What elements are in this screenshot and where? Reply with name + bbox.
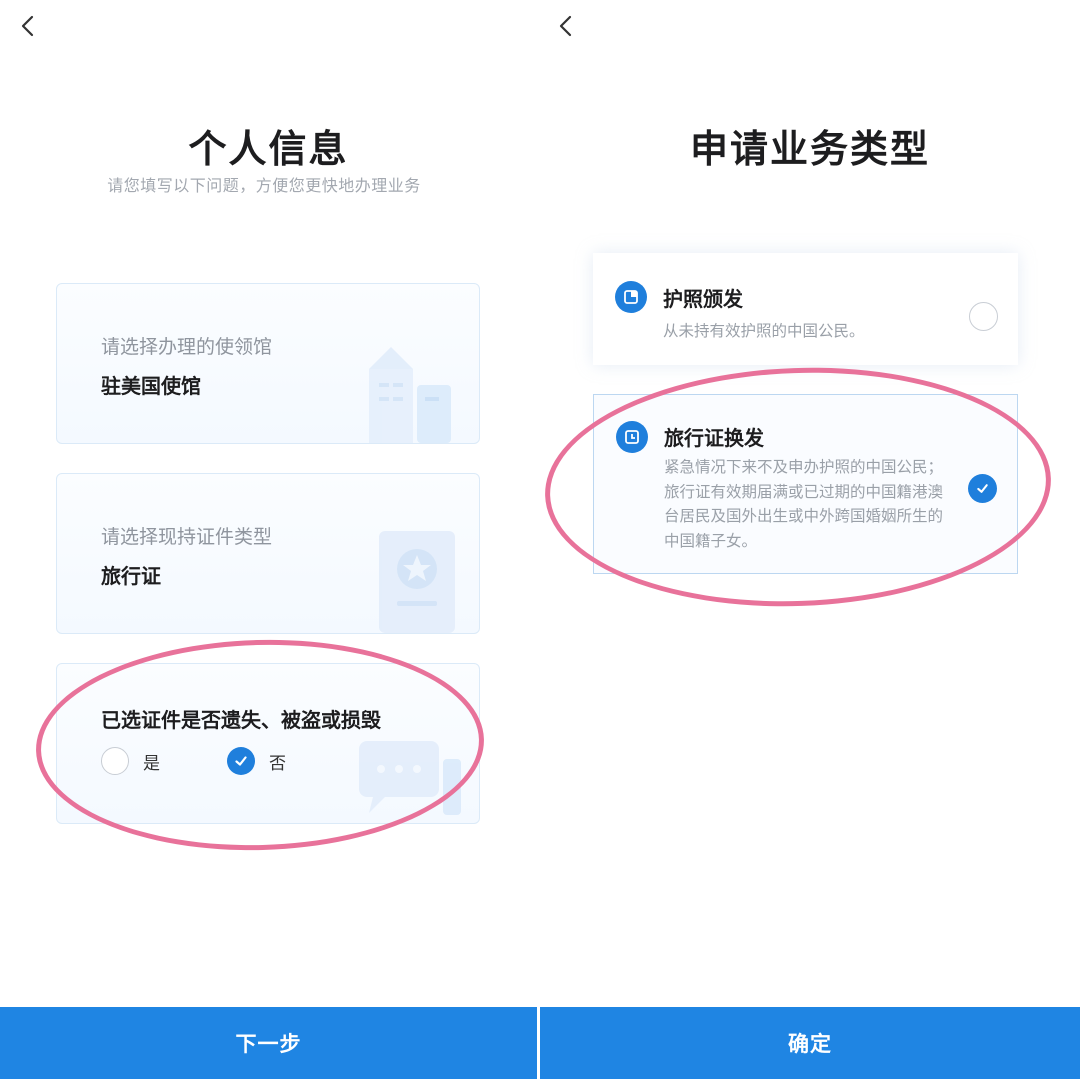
radio-option-no[interactable]: 否 bbox=[227, 746, 286, 776]
radio-no[interactable] bbox=[227, 747, 255, 775]
passport-icon bbox=[379, 531, 455, 633]
option-title: 旅行证换发 bbox=[664, 426, 764, 450]
chat-bubble-icon bbox=[359, 741, 461, 815]
back-button[interactable] bbox=[8, 6, 48, 46]
confirm-button[interactable]: 确定 bbox=[540, 1007, 1080, 1079]
personal-info-screen: 个人信息 请您填写以下问题，方便您更快地办理业务 请选择办理的使领馆 驻美国使馆… bbox=[0, 0, 537, 1079]
page-subtitle: 请您填写以下问题，方便您更快地办理业务 bbox=[107, 176, 421, 195]
document-type-value: 旅行证 bbox=[101, 564, 161, 588]
back-button[interactable] bbox=[546, 6, 586, 46]
option-passport-issue[interactable]: 护照颁发 从未持有效护照的中国公民。 bbox=[593, 253, 1018, 365]
radio-yes[interactable] bbox=[101, 747, 129, 775]
option-radio[interactable] bbox=[969, 302, 998, 331]
document-type-select[interactable]: 请选择现持证件类型 旅行证 bbox=[56, 473, 480, 634]
embassy-label: 请选择办理的使领馆 bbox=[101, 336, 273, 358]
document-icon bbox=[615, 281, 647, 313]
chevron-left-icon bbox=[21, 15, 34, 37]
option-description: 从未持有效护照的中国公民。 bbox=[663, 322, 865, 340]
option-radio-checked[interactable] bbox=[968, 474, 997, 503]
building-icon bbox=[369, 347, 451, 443]
radio-yes-label: 是 bbox=[143, 753, 160, 774]
document-type-label: 请选择现持证件类型 bbox=[101, 526, 273, 548]
check-icon bbox=[977, 484, 988, 493]
option-title: 护照颁发 bbox=[663, 287, 743, 311]
lost-question: 已选证件是否遗失、被盗或损毁 bbox=[101, 708, 381, 732]
check-icon bbox=[235, 756, 247, 766]
radio-option-yes[interactable]: 是 bbox=[101, 746, 160, 776]
page-title: 申请业务类型 bbox=[689, 127, 930, 171]
option-travel-doc-reissue[interactable]: 旅行证换发 紧急情况下来不及申办护照的中国公民；旅行证有效期届满或已过期的中国籍… bbox=[593, 394, 1018, 574]
lost-document-question: 已选证件是否遗失、被盗或损毁 是 否 bbox=[56, 663, 480, 824]
document-icon bbox=[616, 421, 648, 453]
page-title: 个人信息 bbox=[188, 127, 349, 171]
next-step-button[interactable]: 下一步 bbox=[0, 1007, 537, 1079]
chevron-left-icon bbox=[559, 15, 572, 37]
option-description: 紧急情况下来不及申办护照的中国公民；旅行证有效期届满或已过期的中国籍港澳台居民及… bbox=[664, 458, 944, 550]
embassy-value: 驻美国使馆 bbox=[101, 374, 201, 398]
embassy-select[interactable]: 请选择办理的使领馆 驻美国使馆 bbox=[56, 283, 480, 444]
radio-no-label: 否 bbox=[269, 753, 286, 774]
application-type-screen: 申请业务类型 护照颁发 从未持有效护照的中国公民。 旅行证换发 紧急情况下来不及… bbox=[540, 0, 1080, 1079]
